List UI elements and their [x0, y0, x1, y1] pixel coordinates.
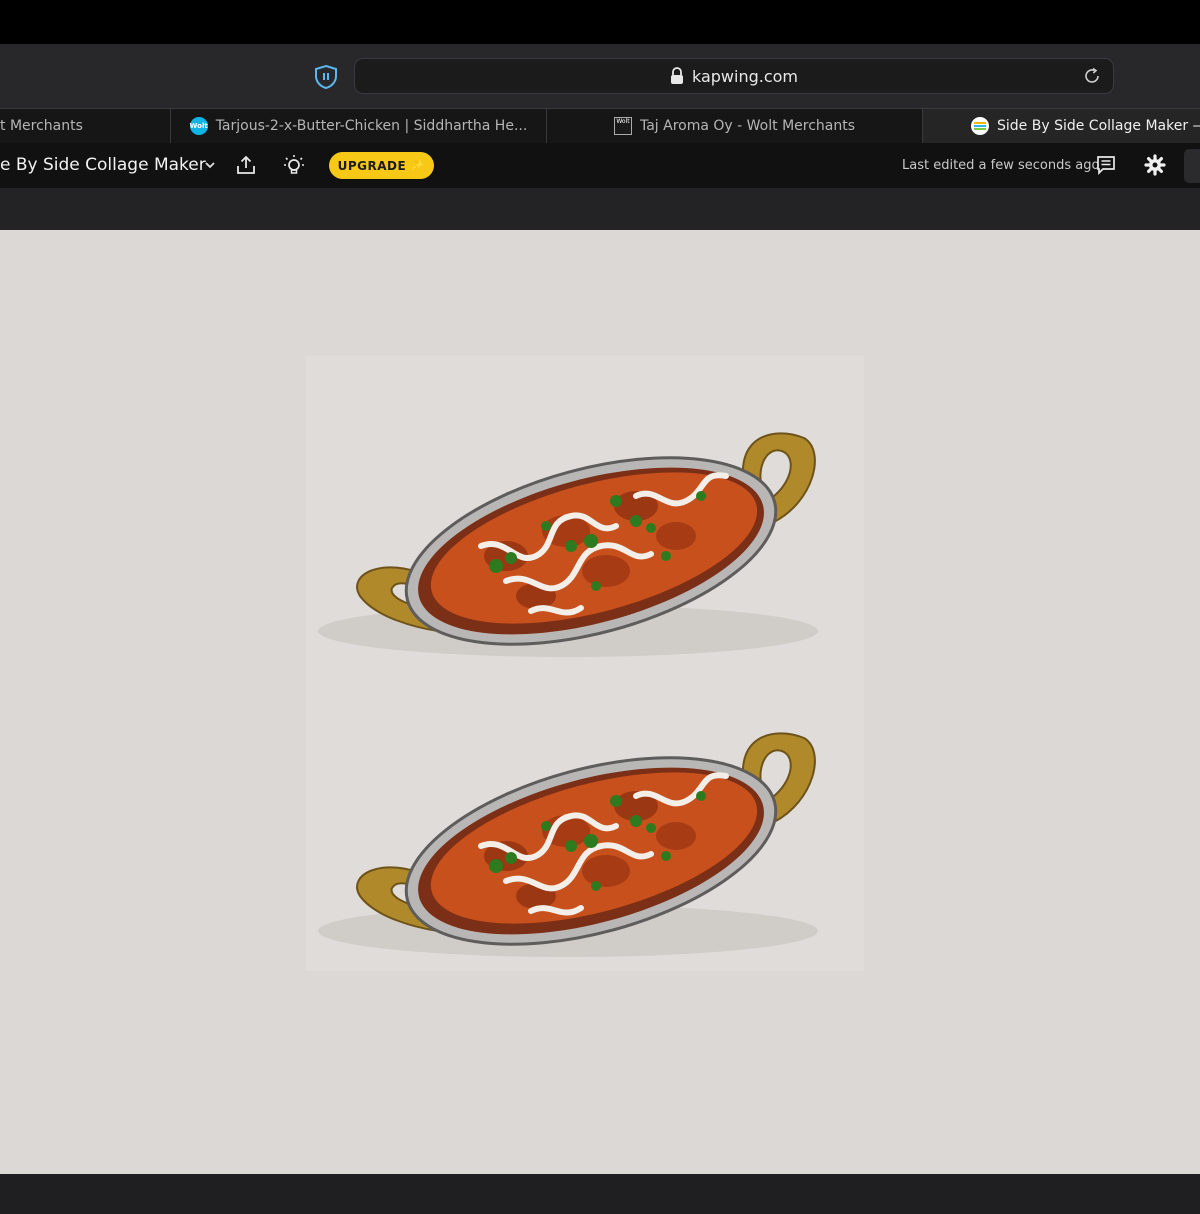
app-header: e By Side Collage Maker UPGRADE ✨ Last e…: [0, 143, 1200, 188]
ideas-button[interactable]: [282, 153, 306, 177]
tab-butter-chicken[interactable]: Wolt Tarjous-2-x-Butter-Chicken | Siddha…: [171, 109, 547, 143]
tab-taj-aroma[interactable]: Wolt Taj Aroma Oy - Wolt Merchants: [547, 109, 923, 143]
comments-button[interactable]: [1094, 153, 1118, 177]
dish-image-bottom[interactable]: [306, 696, 864, 996]
settings-button[interactable]: [1143, 153, 1167, 177]
browser-toolbar: kapwing.com: [0, 44, 1200, 108]
tab-label: Taj Aroma Oy - Wolt Merchants: [639, 118, 856, 134]
editor-canvas[interactable]: [0, 230, 1200, 1174]
export-button[interactable]: [1184, 149, 1200, 183]
lock-icon: [670, 67, 683, 84]
last-edited-status: Last edited a few seconds ago: [902, 158, 1100, 173]
share-button[interactable]: [234, 153, 258, 177]
upgrade-label: UPGRADE: [337, 158, 407, 173]
tab-merchants[interactable]: t Merchants: [0, 109, 171, 143]
collage-frame[interactable]: [306, 356, 864, 971]
address-bar[interactable]: kapwing.com: [354, 58, 1114, 94]
kapwing-icon: [971, 117, 989, 135]
gear-icon: [1144, 154, 1166, 176]
tab-collage-maker[interactable]: Side By Side Collage Maker — K: [923, 109, 1200, 143]
tab-label: t Merchants: [0, 118, 83, 134]
project-title[interactable]: e By Side Collage Maker: [0, 155, 206, 175]
tab-strip: t Merchants Wolt Tarjous-2-x-Butter-Chic…: [0, 108, 1200, 143]
sparkle-icon: ✨: [411, 159, 426, 172]
upload-icon: [237, 155, 255, 174]
comment-icon: [1097, 156, 1115, 176]
editor-toolbar: [0, 188, 1200, 230]
wolt-icon: Wolt: [190, 117, 208, 135]
title-dropdown-button[interactable]: [198, 153, 222, 177]
lightbulb-icon: [284, 155, 304, 174]
tab-label: Side By Side Collage Maker — K: [997, 118, 1200, 134]
dish-image-top[interactable]: [306, 396, 864, 696]
screen-top-bezel: [0, 0, 1200, 44]
wolt-square-icon: Wolt: [613, 117, 632, 135]
reload-icon[interactable]: [1083, 67, 1101, 85]
timeline-bar: [0, 1174, 1200, 1214]
chevron-down-icon: [205, 162, 215, 169]
tab-label: Tarjous-2-x-Butter-Chicken | Siddhartha …: [215, 118, 528, 134]
url-text: kapwing.com: [691, 66, 799, 86]
privacy-shield-icon[interactable]: [313, 64, 339, 90]
upgrade-button[interactable]: UPGRADE ✨: [329, 152, 434, 179]
